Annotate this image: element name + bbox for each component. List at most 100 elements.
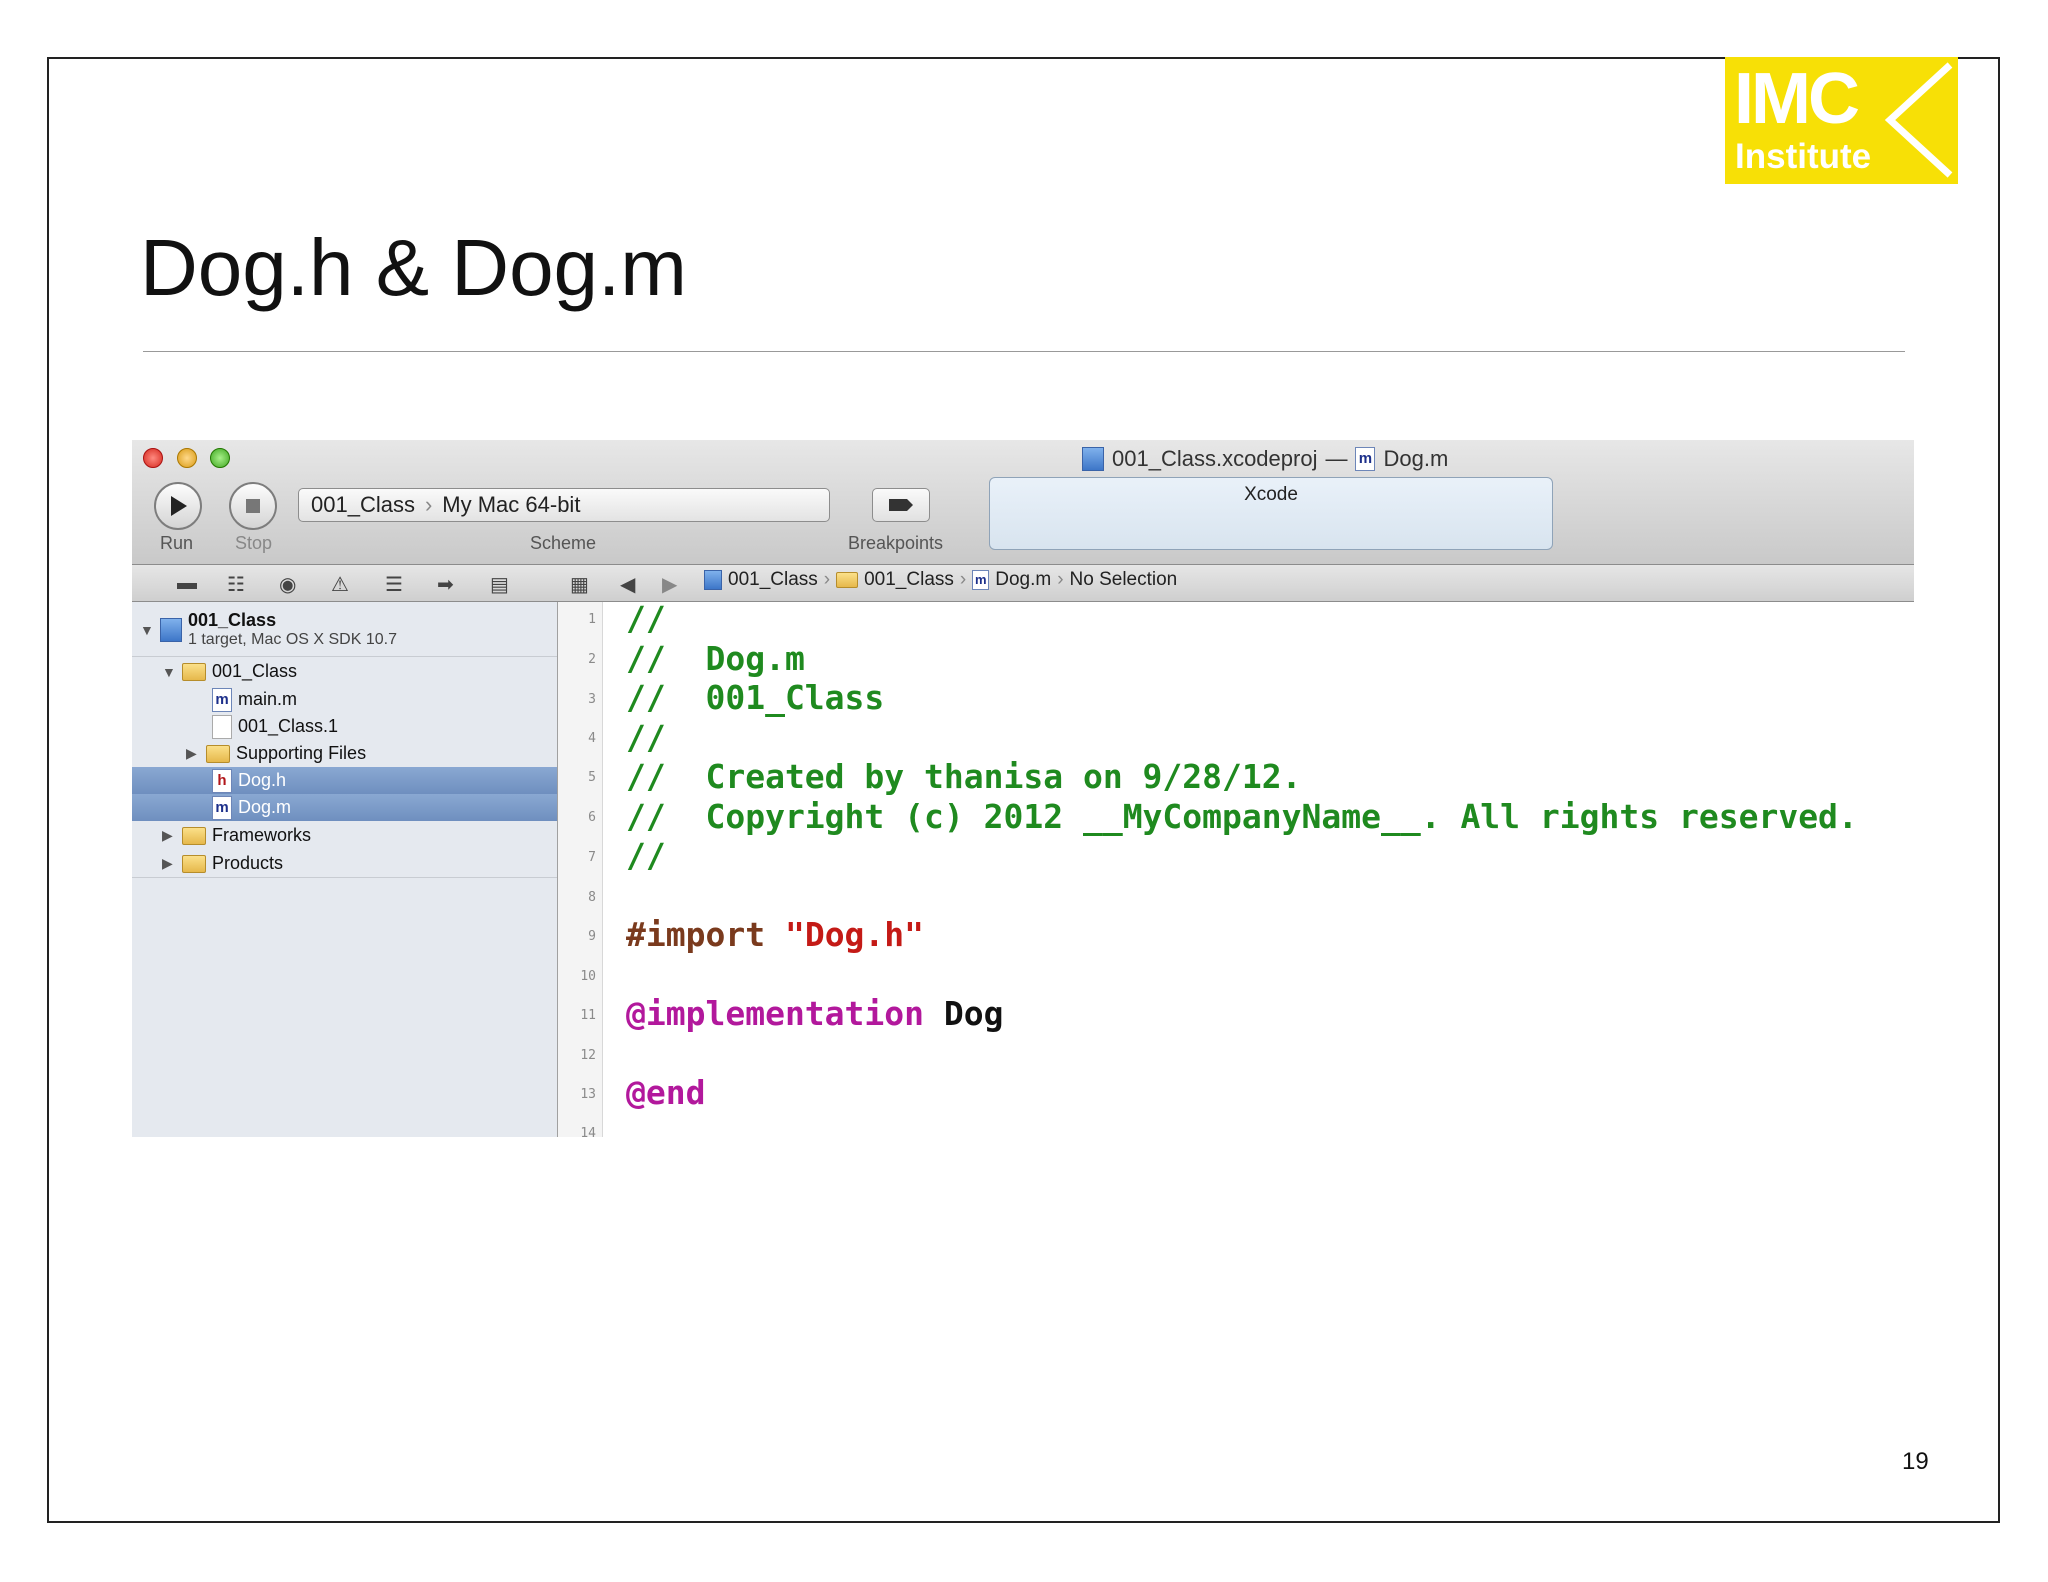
crumb-project[interactable]: 001_Class xyxy=(728,569,818,591)
slide-title: Dog.h & Dog.m xyxy=(140,223,687,312)
navigator-and-jump-bar: ▬ ☷ ◉ ⚠ ☰ ➡ ▤ ▦ ◀ ▶ 001_Class › 001_Clas… xyxy=(132,565,1914,602)
window-title: 001_Class.xcodeproj — m Dog.m xyxy=(1082,446,1448,472)
project-row[interactable]: ▼ 001_Class 1 target, Mac OS X SDK 10.7 xyxy=(132,604,557,657)
code-line-13: @end xyxy=(626,1073,706,1112)
class-name: Dog xyxy=(943,994,1004,1033)
navigator-item-frameworks[interactable]: ▶ Frameworks xyxy=(132,822,557,849)
minimize-window-button[interactable] xyxy=(177,448,197,468)
breakpoints-button[interactable] xyxy=(872,488,930,522)
import-string: "Dog.h" xyxy=(784,915,925,954)
code-line-2: // Dog.m xyxy=(626,639,805,678)
project-navigator-icon[interactable]: ▬ xyxy=(177,572,197,595)
navigator-item-supporting-files[interactable]: ▶ Supporting Files xyxy=(132,740,557,767)
line-number: 13 xyxy=(580,1087,596,1102)
navigator-item-dog-h[interactable]: h Dog.h xyxy=(132,767,557,794)
chevron-right-icon: › xyxy=(823,569,831,590)
scheme-selector[interactable]: 001_Class › My Mac 64-bit xyxy=(298,488,830,522)
navigator-item-main-m[interactable]: m main.m xyxy=(132,686,557,713)
project-subtitle: 1 target, Mac OS X SDK 10.7 xyxy=(188,631,397,648)
run-label: Run xyxy=(160,533,194,553)
code-line-1: // xyxy=(626,599,666,638)
line-number-gutter: 1 2 3 4 5 6 7 8 9 10 11 12 13 14 xyxy=(558,602,603,1137)
run-button[interactable] xyxy=(154,482,202,530)
folder-icon xyxy=(182,662,206,681)
line-number: 2 xyxy=(588,652,596,667)
document-icon xyxy=(212,714,232,739)
disclosure-closed-icon[interactable]: ▶ xyxy=(162,827,176,844)
navigator-item-label: Dog.m xyxy=(238,797,292,817)
line-number: 10 xyxy=(580,969,596,984)
code-line-5: // Created by thanisa on 9/28/12. xyxy=(626,757,1302,796)
crumb-selection[interactable]: No Selection xyxy=(1070,569,1178,591)
navigator-item-label: Frameworks xyxy=(212,825,312,845)
logo-text-imc: IMC xyxy=(1734,59,1860,139)
breakpoint-arrow-icon xyxy=(889,499,913,511)
log-navigator-icon[interactable]: ▤ xyxy=(490,572,509,597)
crumb-group[interactable]: 001_Class xyxy=(864,569,954,591)
line-number: 7 xyxy=(588,850,596,865)
project-navigator: ▼ 001_Class 1 target, Mac OS X SDK 10.7 … xyxy=(132,602,558,1137)
back-arrow-icon[interactable]: ◀ xyxy=(620,572,635,597)
stop-button[interactable] xyxy=(229,482,277,530)
scheme-destination: My Mac 64-bit xyxy=(442,492,581,517)
chevron-right-icon: › xyxy=(424,492,433,517)
navigator-item-products[interactable]: ▶ Products xyxy=(132,850,557,878)
navigator-item-label: 001_Class xyxy=(212,661,298,681)
debug-navigator-icon[interactable]: ☰ xyxy=(385,572,403,597)
folder-icon xyxy=(182,826,206,845)
project-name: 001_Class xyxy=(188,610,277,630)
search-navigator-icon[interactable]: ◉ xyxy=(279,572,296,597)
disclosure-open-icon[interactable]: ▼ xyxy=(140,622,154,638)
chevron-right-icon: › xyxy=(959,569,967,590)
navigator-item-label: 001_Class.1 xyxy=(238,716,339,736)
window-title-project: 001_Class.xcodeproj xyxy=(1112,446,1318,471)
code-line-6: // Copyright (c) 2012 __MyCompanyName__.… xyxy=(626,797,1858,836)
crumb-file[interactable]: Dog.m xyxy=(995,569,1051,591)
stop-label: Stop xyxy=(235,533,273,553)
navigator-item-manpage[interactable]: 001_Class.1 xyxy=(132,713,557,740)
code-line-9: #import "Dog.h" xyxy=(626,915,924,954)
navigator-item-label: Products xyxy=(212,853,284,873)
play-icon xyxy=(171,496,187,516)
symbol-navigator-icon[interactable]: ☷ xyxy=(227,572,245,597)
navigator-item-group[interactable]: ▼ 001_Class xyxy=(132,658,557,685)
disclosure-closed-icon[interactable]: ▶ xyxy=(186,745,200,762)
breakpoint-navigator-icon[interactable]: ➡ xyxy=(437,572,454,597)
implementation-keyword: @implementation xyxy=(626,994,925,1033)
issue-navigator-icon[interactable]: ⚠ xyxy=(331,572,349,597)
m-file-icon: m xyxy=(212,687,232,712)
xcode-window: 001_Class.xcodeproj — m Dog.m Run Stop 0… xyxy=(132,440,1914,1137)
disclosure-closed-icon[interactable]: ▶ xyxy=(162,855,176,872)
disclosure-open-icon[interactable]: ▼ xyxy=(162,664,176,680)
m-file-icon: m xyxy=(1355,447,1376,471)
jump-bar: 001_Class › 001_Class › m Dog.m › No Sel… xyxy=(704,569,1177,591)
navigator-item-dog-m[interactable]: m Dog.m xyxy=(132,794,557,821)
forward-arrow-icon[interactable]: ▶ xyxy=(662,572,677,597)
line-number: 1 xyxy=(588,612,596,627)
zoom-window-button[interactable] xyxy=(210,448,230,468)
line-number: 3 xyxy=(588,692,596,707)
import-directive: #import xyxy=(626,915,766,954)
window-title-separator: — xyxy=(1325,446,1348,471)
line-number: 14 xyxy=(580,1126,596,1137)
line-number: 12 xyxy=(580,1048,596,1063)
line-number: 8 xyxy=(588,890,596,905)
close-window-button[interactable] xyxy=(143,448,163,468)
line-number: 5 xyxy=(588,770,596,785)
h-file-icon: h xyxy=(212,768,232,793)
folder-icon xyxy=(182,854,206,873)
navigator-item-label: Dog.h xyxy=(238,770,287,790)
code-line-11: @implementation Dog xyxy=(626,994,1004,1033)
activity-viewer: Xcode xyxy=(989,477,1553,550)
stop-icon xyxy=(246,499,260,513)
logo-text-institute: Institute xyxy=(1735,137,1872,176)
scheme-target: 001_Class xyxy=(311,492,415,517)
code-line-7: // xyxy=(626,836,666,875)
folder-icon xyxy=(836,572,859,588)
line-number: 4 xyxy=(588,731,596,746)
window-title-file: Dog.m xyxy=(1383,446,1449,471)
line-number: 9 xyxy=(588,929,596,944)
scheme-label: Scheme xyxy=(530,533,597,553)
related-files-icon[interactable]: ▦ xyxy=(570,572,589,597)
page-number: 19 xyxy=(1902,1448,1929,1475)
